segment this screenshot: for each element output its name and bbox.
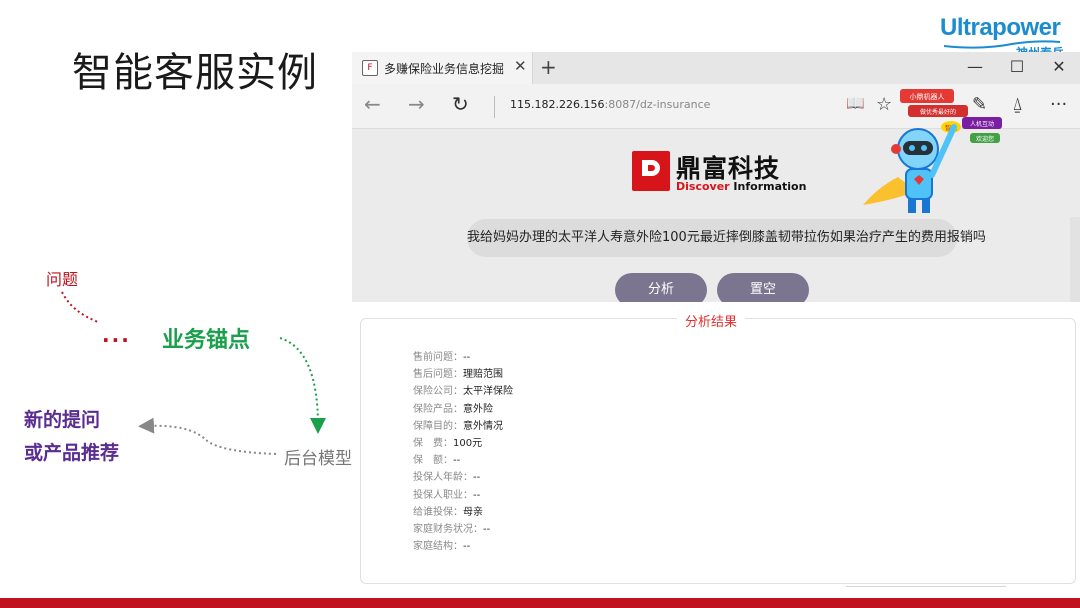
result-key: 保险公司： [413,386,463,398]
result-row: 投保人年龄：-- [413,469,513,486]
result-key: 投保人年龄： [413,472,473,484]
result-key: 家庭结构： [413,541,463,553]
result-key: 给谁投保： [413,506,463,518]
tab-title: 多赚保险业务信息挖掘 [384,62,505,76]
result-value: 理赔范围 [463,369,503,381]
result-row: 保 额：-- [413,452,513,469]
label-new-question-line2: 或产品推荐 [24,442,120,464]
result-row: 保险产品：意外险 [413,401,513,418]
dingfu-logo-mark-icon [632,151,670,191]
footer-bar [0,598,1080,608]
result-row: 给谁投保：母亲 [413,504,513,521]
result-value: -- [473,472,481,484]
address-bar[interactable]: 115.182.226.156:8087/dz-insurance [510,98,710,111]
brand-en-part1: Discover [676,180,734,193]
label-new-question: 新的提问 或产品推荐 [24,404,119,470]
result-key: 售后问题： [413,369,463,381]
result-key: 保险产品： [413,403,463,415]
favicon-icon: F [362,60,378,76]
result-row: 投保人职业：-- [413,487,513,504]
result-row: 家庭结构：-- [413,538,513,555]
mascot-welcome-text: 欢迎您 [976,135,994,143]
reset-button[interactable]: 置空 [717,273,809,302]
analyze-button[interactable]: 分析 [615,273,707,302]
url-path: :8087/dz-insurance [604,98,711,111]
result-key: 家庭财务状况： [413,524,483,536]
result-value: -- [453,455,461,467]
result-row: 家庭财务状况：-- [413,521,513,538]
result-value: 100元 [453,438,483,450]
connector-anchor-to-model [279,337,326,434]
window-close-icon[interactable]: ✕ [1044,57,1074,76]
more-icon[interactable]: ··· [1050,94,1067,115]
maximize-icon[interactable]: ☐ [1002,57,1032,76]
robot-mascot-icon: 小鼎机器人 做优秀最好的 智能 人机互动 欢迎您 [863,89,1002,213]
result-row: 售后问题：理赔范围 [413,366,513,383]
result-key: 保 额： [413,455,453,467]
dingfu-logo: 鼎富科技 Discover Information [632,149,806,199]
result-value: 母亲 [463,506,483,518]
mascot-badge-text: 小鼎机器人 [910,92,945,101]
address-separator [494,96,495,118]
result-row: 保 费：100元 [413,435,513,452]
result-value: 太平洋保险 [463,386,513,398]
brand-en-part2: Information [733,180,807,193]
web-page-content: 鼎富科技 Discover Information 小鼎机器人 做优秀最好的 智… [352,89,1080,302]
result-value: 意外情况 [463,420,503,432]
result-value: 意外险 [463,403,493,415]
connector-question-to-dots [61,291,99,323]
label-question: 问题 [46,270,79,289]
mascot-slogan-text: 做优秀最好的 [920,108,956,116]
logo-wordmark: Ultrapower [940,14,1061,41]
analysis-result-panel: 分析结果 售前问题：-- 售后问题：理赔范围 保险公司：太平洋保险 保险产品：意… [360,311,1076,584]
back-icon[interactable]: ← [364,92,381,116]
result-row: 售前问题：-- [413,349,513,366]
query-input[interactable]: 我给妈妈办理的太平洋人寿意外险100元最近摔倒膝盖韧带拉伤如果治疗产生的费用报销… [467,219,986,257]
divider [846,586,1006,587]
mascot-interact-text: 人机互动 [970,120,994,128]
result-value: -- [473,489,481,501]
new-tab-icon[interactable]: + [540,55,557,79]
browser-tab[interactable]: F 多赚保险业务信息挖掘 ✕ [352,52,533,84]
label-business-anchor: 业务锚点 [162,328,251,353]
result-value: -- [483,524,491,536]
refresh-icon[interactable]: ↻ [452,92,469,116]
forward-icon[interactable]: → [408,92,425,116]
result-title: 分析结果 [677,311,746,330]
tab-close-icon[interactable]: ✕ [514,57,527,75]
slide-title: 智能客服实例 [72,50,318,96]
result-value: -- [463,352,471,363]
label-ellipsis: ··· [102,328,131,352]
connector-model-to-newq [138,417,277,455]
browser-window: F 多赚保险业务信息挖掘 ✕ + — ☐ ✕ ← → ↻ 115.182.226… [352,52,1080,302]
result-list: 售前问题：-- 售后问题：理赔范围 保险公司：太平洋保险 保险产品：意外险 保障… [413,349,513,555]
result-key: 投保人职业： [413,489,473,501]
result-key: 保 费： [413,438,453,450]
url-host: 115.182.226.156 [510,98,605,111]
tab-bar: F 多赚保险业务信息挖掘 ✕ + — ☐ ✕ [352,52,1080,84]
result-value: -- [463,541,471,553]
vertical-scrollbar[interactable] [1070,217,1080,302]
label-new-question-line1: 新的提问 [24,409,101,431]
brand-name-en: Discover Information [676,180,806,193]
result-row: 保险公司：太平洋保险 [413,383,513,400]
result-key: 售前问题： [413,352,463,363]
result-row: 保障目的：意外情况 [413,418,513,435]
minimize-icon[interactable]: — [960,57,990,76]
label-backend-model: 后台模型 [284,449,352,469]
result-key: 保障目的： [413,420,463,432]
